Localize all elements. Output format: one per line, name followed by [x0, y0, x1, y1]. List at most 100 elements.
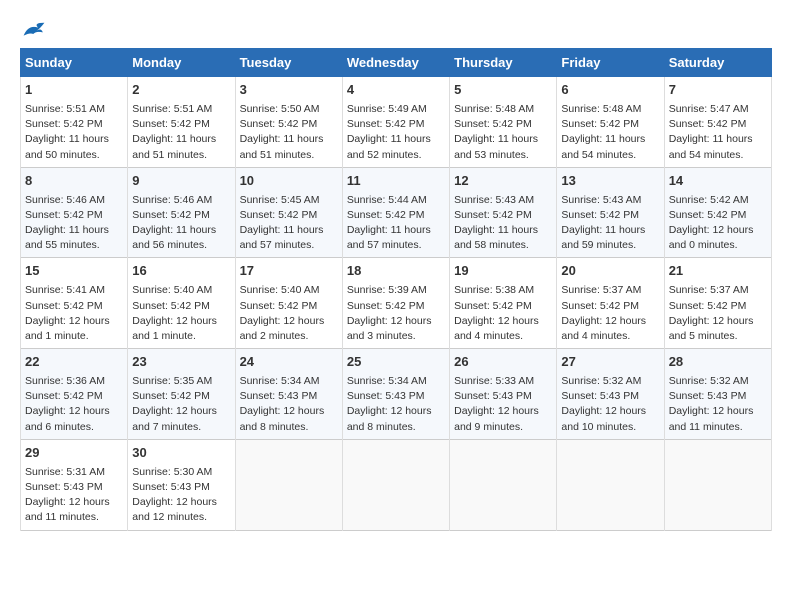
cell-content: Sunrise: 5:35 AMSunset: 5:42 PMDaylight:… [132, 374, 230, 435]
calendar-cell: 16 Sunrise: 5:40 AMSunset: 5:42 PMDayligh… [128, 258, 235, 349]
calendar-cell: 9 Sunrise: 5:46 AMSunset: 5:42 PMDaylight… [128, 167, 235, 258]
day-number: 29 [25, 444, 123, 463]
cell-content: Sunrise: 5:46 AMSunset: 5:42 PMDaylight:… [25, 193, 123, 254]
calendar-week-1: 1 Sunrise: 5:51 AMSunset: 5:42 PMDaylight… [21, 77, 772, 168]
cell-content: Sunrise: 5:43 AMSunset: 5:42 PMDaylight:… [454, 193, 552, 254]
day-number: 19 [454, 262, 552, 281]
cell-content: Sunrise: 5:48 AMSunset: 5:42 PMDaylight:… [561, 102, 659, 163]
calendar-cell: 29 Sunrise: 5:31 AMSunset: 5:43 PMDayligh… [21, 439, 128, 530]
day-number: 10 [240, 172, 338, 191]
day-number: 11 [347, 172, 445, 191]
calendar-cell: 20 Sunrise: 5:37 AMSunset: 5:42 PMDayligh… [557, 258, 664, 349]
calendar-cell: 19 Sunrise: 5:38 AMSunset: 5:42 PMDayligh… [450, 258, 557, 349]
calendar-cell: 7Sunrise: 5:47 AMSunset: 5:42 PMDaylight… [664, 77, 771, 168]
calendar-cell: 15 Sunrise: 5:41 AMSunset: 5:42 PMDayligh… [21, 258, 128, 349]
weekday-header-thursday: Thursday [450, 49, 557, 77]
cell-content: Sunrise: 5:36 AMSunset: 5:42 PMDaylight:… [25, 374, 123, 435]
cell-content: Sunrise: 5:40 AMSunset: 5:42 PMDaylight:… [132, 283, 230, 344]
calendar-cell [235, 439, 342, 530]
weekday-header-tuesday: Tuesday [235, 49, 342, 77]
day-number: 16 [132, 262, 230, 281]
logo-bird-icon [22, 20, 46, 40]
day-number: 17 [240, 262, 338, 281]
calendar-cell: 30 Sunrise: 5:30 AMSunset: 5:43 PMDayligh… [128, 439, 235, 530]
day-number: 3 [240, 81, 338, 100]
calendar-cell: 27 Sunrise: 5:32 AMSunset: 5:43 PMDayligh… [557, 349, 664, 440]
calendar-cell [450, 439, 557, 530]
cell-content: Sunrise: 5:48 AMSunset: 5:42 PMDaylight:… [454, 102, 552, 163]
day-number: 13 [561, 172, 659, 191]
calendar-cell: 21 Sunrise: 5:37 AMSunset: 5:42 PMDayligh… [664, 258, 771, 349]
weekday-header-saturday: Saturday [664, 49, 771, 77]
weekday-header-monday: Monday [128, 49, 235, 77]
calendar-cell [557, 439, 664, 530]
calendar-cell: 24 Sunrise: 5:34 AMSunset: 5:43 PMDayligh… [235, 349, 342, 440]
calendar-cell: 3 Sunrise: 5:50 AMSunset: 5:42 PMDaylight… [235, 77, 342, 168]
cell-content: Sunrise: 5:40 AMSunset: 5:42 PMDaylight:… [240, 283, 338, 344]
calendar-cell: 10Sunrise: 5:45 AMSunset: 5:42 PMDayligh… [235, 167, 342, 258]
day-number: 1 [25, 81, 123, 100]
calendar-cell: 5Sunrise: 5:48 AMSunset: 5:42 PMDaylight… [450, 77, 557, 168]
day-number: 14 [669, 172, 767, 191]
cell-content: Sunrise: 5:46 AMSunset: 5:42 PMDaylight:… [132, 193, 230, 254]
day-number: 24 [240, 353, 338, 372]
weekday-header-row: SundayMondayTuesdayWednesdayThursdayFrid… [21, 49, 772, 77]
cell-content: Sunrise: 5:34 AMSunset: 5:43 PMDaylight:… [347, 374, 445, 435]
day-number: 9 [132, 172, 230, 191]
day-number: 30 [132, 444, 230, 463]
calendar-cell: 22 Sunrise: 5:36 AMSunset: 5:42 PMDayligh… [21, 349, 128, 440]
day-number: 27 [561, 353, 659, 372]
calendar-cell: 2 Sunrise: 5:51 AMSunset: 5:42 PMDaylight… [128, 77, 235, 168]
cell-content: Sunrise: 5:41 AMSunset: 5:42 PMDaylight:… [25, 283, 123, 344]
cell-content: Sunrise: 5:38 AMSunset: 5:42 PMDaylight:… [454, 283, 552, 344]
day-number: 4 [347, 81, 445, 100]
calendar-week-5: 29 Sunrise: 5:31 AMSunset: 5:43 PMDayligh… [21, 439, 772, 530]
logo [20, 20, 46, 40]
day-number: 20 [561, 262, 659, 281]
calendar-cell [342, 439, 449, 530]
calendar-cell: 11 Sunrise: 5:44 AMSunset: 5:42 PMDayligh… [342, 167, 449, 258]
day-number: 28 [669, 353, 767, 372]
calendar-cell: 13 Sunrise: 5:43 AMSunset: 5:42 PMDayligh… [557, 167, 664, 258]
calendar-cell: 28 Sunrise: 5:32 AMSunset: 5:43 PMDayligh… [664, 349, 771, 440]
calendar-table: SundayMondayTuesdayWednesdayThursdayFrid… [20, 48, 772, 531]
cell-content: Sunrise: 5:32 AMSunset: 5:43 PMDaylight:… [561, 374, 659, 435]
cell-content: Sunrise: 5:49 AMSunset: 5:42 PMDaylight:… [347, 102, 445, 163]
day-number: 8 [25, 172, 123, 191]
weekday-header-sunday: Sunday [21, 49, 128, 77]
cell-content: Sunrise: 5:34 AMSunset: 5:43 PMDaylight:… [240, 374, 338, 435]
day-number: 22 [25, 353, 123, 372]
cell-content: Sunrise: 5:37 AMSunset: 5:42 PMDaylight:… [669, 283, 767, 344]
day-number: 18 [347, 262, 445, 281]
weekday-header-wednesday: Wednesday [342, 49, 449, 77]
cell-content: Sunrise: 5:50 AMSunset: 5:42 PMDaylight:… [240, 102, 338, 163]
day-number: 15 [25, 262, 123, 281]
cell-content: Sunrise: 5:37 AMSunset: 5:42 PMDaylight:… [561, 283, 659, 344]
calendar-week-4: 22 Sunrise: 5:36 AMSunset: 5:42 PMDayligh… [21, 349, 772, 440]
calendar-cell [664, 439, 771, 530]
cell-content: Sunrise: 5:51 AMSunset: 5:42 PMDaylight:… [132, 102, 230, 163]
cell-content: Sunrise: 5:42 AMSunset: 5:42 PMDaylight:… [669, 193, 767, 254]
cell-content: Sunrise: 5:51 AMSunset: 5:42 PMDaylight:… [25, 102, 123, 163]
calendar-cell: 6 Sunrise: 5:48 AMSunset: 5:42 PMDaylight… [557, 77, 664, 168]
day-number: 6 [561, 81, 659, 100]
calendar-week-3: 15 Sunrise: 5:41 AMSunset: 5:42 PMDayligh… [21, 258, 772, 349]
cell-content: Sunrise: 5:47 AMSunset: 5:42 PMDaylight:… [669, 102, 767, 163]
day-number: 25 [347, 353, 445, 372]
page-header [20, 20, 772, 40]
cell-content: Sunrise: 5:43 AMSunset: 5:42 PMDaylight:… [561, 193, 659, 254]
calendar-cell: 26Sunrise: 5:33 AMSunset: 5:43 PMDayligh… [450, 349, 557, 440]
calendar-week-2: 8 Sunrise: 5:46 AMSunset: 5:42 PMDaylight… [21, 167, 772, 258]
cell-content: Sunrise: 5:44 AMSunset: 5:42 PMDaylight:… [347, 193, 445, 254]
cell-content: Sunrise: 5:31 AMSunset: 5:43 PMDaylight:… [25, 465, 123, 526]
day-number: 23 [132, 353, 230, 372]
day-number: 12 [454, 172, 552, 191]
day-number: 21 [669, 262, 767, 281]
calendar-cell: 23 Sunrise: 5:35 AMSunset: 5:42 PMDayligh… [128, 349, 235, 440]
cell-content: Sunrise: 5:32 AMSunset: 5:43 PMDaylight:… [669, 374, 767, 435]
day-number: 2 [132, 81, 230, 100]
cell-content: Sunrise: 5:30 AMSunset: 5:43 PMDaylight:… [132, 465, 230, 526]
day-number: 26 [454, 353, 552, 372]
calendar-cell: 25 Sunrise: 5:34 AMSunset: 5:43 PMDayligh… [342, 349, 449, 440]
weekday-header-friday: Friday [557, 49, 664, 77]
